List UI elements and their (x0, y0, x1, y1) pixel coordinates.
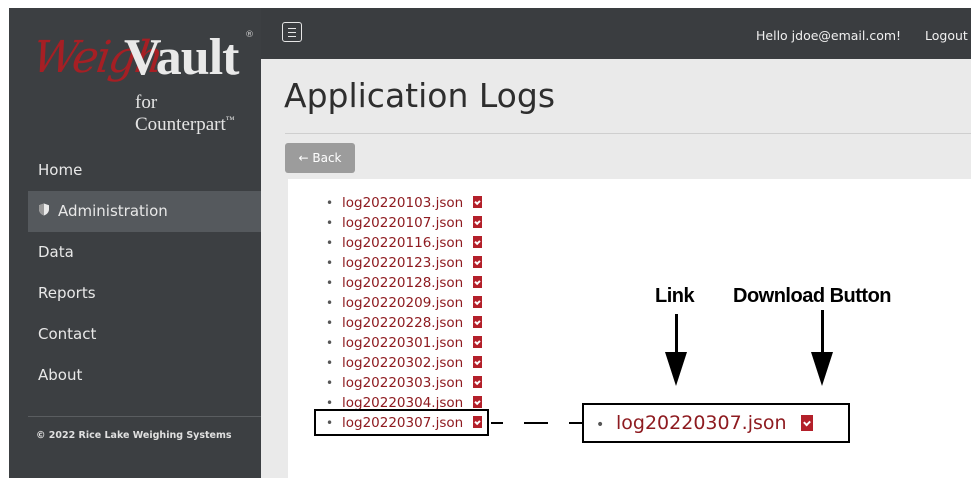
sidebar-item-about[interactable]: About (28, 355, 261, 396)
logo-subtitle: for Counterpart™ (135, 92, 254, 136)
sidebar: Weigh Vault ® for Counterpart™ Home Admi… (9, 8, 261, 478)
back-button[interactable]: ← Back (285, 143, 355, 173)
logo-vault-text: Vault (124, 29, 239, 86)
sidebar-item-label: Home (38, 161, 83, 179)
logout-link[interactable]: Logout (925, 28, 968, 43)
list-item: • log20220107.json (326, 213, 483, 233)
file-download-icon[interactable] (473, 256, 483, 268)
arrow-shaft (675, 314, 678, 354)
bullet: • (326, 236, 334, 250)
arrow-shaft (821, 310, 824, 354)
sidebar-item-label: About (38, 366, 83, 384)
file-download-icon (800, 415, 813, 431)
bullet: • (326, 216, 334, 230)
page-title: Application Logs (284, 76, 556, 115)
shield-icon (38, 191, 52, 232)
list-item: • log20220103.json (326, 193, 483, 213)
logo-trademark: ™ (225, 114, 235, 125)
logo-subtitle-text: for Counterpart (135, 92, 226, 135)
log-file-link[interactable]: log20220128.json (342, 275, 463, 291)
sidebar-item-administration[interactable]: Administration (28, 191, 261, 232)
bullet: • (326, 296, 334, 310)
annotation-link-label: Link (655, 285, 695, 307)
file-download-icon[interactable] (473, 196, 483, 208)
sidebar-item-reports[interactable]: Reports (28, 273, 261, 314)
list-item: • log20220228.json (326, 313, 483, 333)
callout-highlight-box (314, 409, 489, 436)
log-file-link[interactable]: log20220301.json (342, 335, 463, 351)
callout-dash (569, 422, 582, 424)
log-file-link[interactable]: log20220209.json (342, 295, 463, 311)
file-download-icon[interactable] (473, 276, 483, 288)
log-file-link[interactable]: log20220123.json (342, 255, 463, 271)
log-file-link[interactable]: log20220303.json (342, 375, 463, 391)
bullet: • (596, 417, 605, 433)
file-download-icon[interactable] (473, 316, 483, 328)
sidebar-item-label: Administration (58, 202, 168, 220)
sidebar-item-label: Data (38, 243, 74, 261)
file-download-icon[interactable] (473, 236, 483, 248)
file-download-icon[interactable] (473, 296, 483, 308)
sidebar-item-label: Reports (38, 284, 96, 302)
file-download-icon[interactable] (473, 396, 483, 408)
list-item: • log20220116.json (326, 233, 483, 253)
sidebar-item-contact[interactable]: Contact (28, 314, 261, 355)
log-file-link[interactable]: log20220116.json (342, 235, 463, 251)
weighvault-logo[interactable]: Weigh Vault ® for Counterpart™ (19, 22, 254, 135)
bullet: • (326, 356, 334, 370)
sidebar-item-label: Contact (38, 325, 97, 343)
list-item: • log20220301.json (326, 333, 483, 353)
list-item: • log20220303.json (326, 373, 483, 393)
sidebar-item-data[interactable]: Data (28, 232, 261, 273)
title-divider (285, 133, 971, 134)
file-download-icon[interactable] (473, 216, 483, 228)
bullet: • (326, 376, 334, 390)
bullet: • (326, 336, 334, 350)
list-item: • log20220123.json (326, 253, 483, 273)
bullet: • (326, 276, 334, 290)
down-arrow-icon (665, 352, 687, 386)
log-list: • log20220103.json • log20220107.json • log… (326, 193, 483, 433)
annotation-download-label: Download Button (733, 285, 892, 307)
sidebar-divider (28, 416, 261, 417)
zoomed-log-link: log20220307.json (616, 412, 787, 434)
copyright-text: © 2022 Rice Lake Weighing Systems (36, 430, 232, 441)
bullet: • (326, 196, 334, 210)
user-greeting[interactable]: Hello jdoe@email.com! (756, 28, 901, 43)
list-item: • log20220302.json (326, 353, 483, 373)
file-download-icon[interactable] (473, 336, 483, 348)
log-file-link[interactable]: log20220302.json (342, 355, 463, 371)
callout-dash (491, 422, 503, 424)
file-download-icon[interactable] (473, 356, 483, 368)
list-item: • log20220209.json (326, 293, 483, 313)
log-file-link[interactable]: log20220107.json (342, 215, 463, 231)
sidebar-nav: Home Administration Data Reports Contact… (28, 150, 261, 396)
logo-registered-mark: ® (245, 30, 254, 40)
callout-dash (524, 422, 548, 424)
top-bar: Hello jdoe@email.com! Logout (261, 8, 971, 59)
log-file-link[interactable]: log20220228.json (342, 315, 463, 331)
bullet: • (326, 316, 334, 330)
bullet: • (326, 256, 334, 270)
sidebar-item-home[interactable]: Home (28, 150, 261, 191)
zoomed-callout-box: • log20220307.json (582, 403, 850, 443)
hamburger-menu-icon[interactable] (282, 22, 302, 42)
file-download-icon[interactable] (473, 376, 483, 388)
list-item: • log20220128.json (326, 273, 483, 293)
down-arrow-icon (811, 352, 833, 386)
log-file-link[interactable]: log20220103.json (342, 195, 463, 211)
